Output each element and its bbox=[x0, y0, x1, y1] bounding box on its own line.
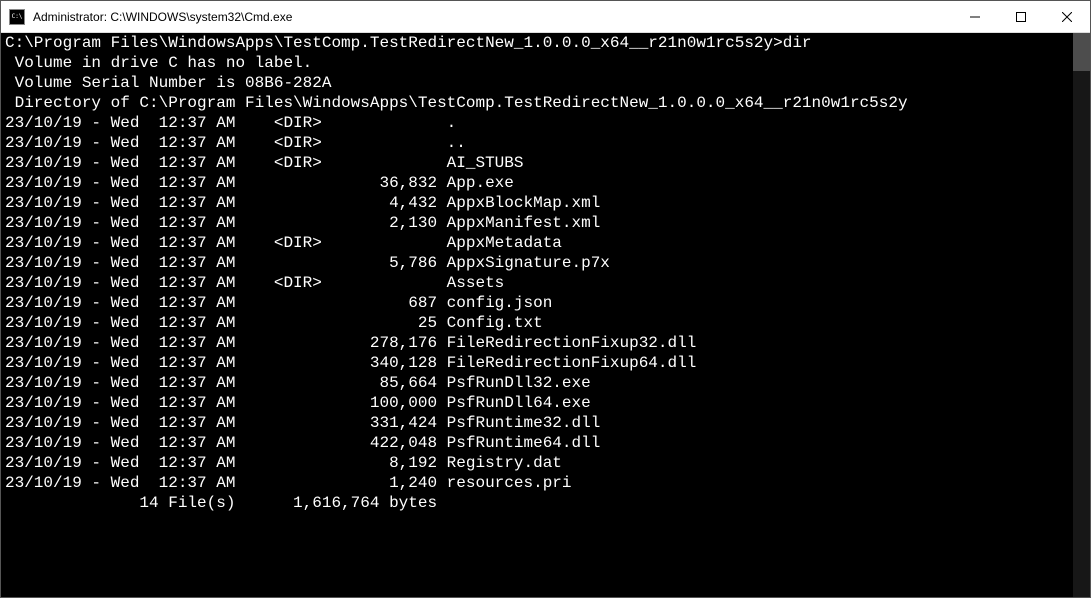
serial-line: Volume Serial Number is 08B6-282A bbox=[5, 73, 1086, 93]
window-controls bbox=[952, 1, 1090, 32]
window-title: Administrator: C:\WINDOWS\system32\Cmd.e… bbox=[33, 10, 952, 24]
cmd-icon bbox=[9, 9, 25, 25]
dir-entry: 23/10/19 - Wed 12:37 AM 687 config.json bbox=[5, 293, 1086, 313]
dir-entry: 23/10/19 - Wed 12:37 AM <DIR> .. bbox=[5, 133, 1086, 153]
dir-entry: 23/10/19 - Wed 12:37 AM <DIR> . bbox=[5, 113, 1086, 133]
dir-entry: 23/10/19 - Wed 12:37 AM 100,000 PsfRunDl… bbox=[5, 393, 1086, 413]
dir-entry: 23/10/19 - Wed 12:37 AM 331,424 PsfRunti… bbox=[5, 413, 1086, 433]
maximize-button[interactable] bbox=[998, 1, 1044, 32]
cmd-window: Administrator: C:\WINDOWS\system32\Cmd.e… bbox=[0, 0, 1091, 598]
dir-entry: 23/10/19 - Wed 12:37 AM 422,048 PsfRunti… bbox=[5, 433, 1086, 453]
close-icon bbox=[1062, 12, 1072, 22]
dir-entry: 23/10/19 - Wed 12:37 AM 36,832 App.exe bbox=[5, 173, 1086, 193]
dir-entry: 23/10/19 - Wed 12:37 AM 278,176 FileRedi… bbox=[5, 333, 1086, 353]
dir-entry: 23/10/19 - Wed 12:37 AM 25 Config.txt bbox=[5, 313, 1086, 333]
terminal-area[interactable]: C:\Program Files\WindowsApps\TestComp.Te… bbox=[1, 33, 1090, 597]
dir-entry: 23/10/19 - Wed 12:37 AM 340,128 FileRedi… bbox=[5, 353, 1086, 373]
scrollbar-thumb[interactable] bbox=[1073, 33, 1090, 71]
dir-entry: 23/10/19 - Wed 12:37 AM 5,786 AppxSignat… bbox=[5, 253, 1086, 273]
terminal-output: C:\Program Files\WindowsApps\TestComp.Te… bbox=[1, 33, 1090, 597]
dir-entry: 23/10/19 - Wed 12:37 AM 2,130 AppxManife… bbox=[5, 213, 1086, 233]
minimize-icon bbox=[970, 12, 980, 22]
directory-of-line: Directory of C:\Program Files\WindowsApp… bbox=[5, 93, 1086, 113]
minimize-button[interactable] bbox=[952, 1, 998, 32]
volume-line: Volume in drive C has no label. bbox=[5, 53, 1086, 73]
dir-entry: 23/10/19 - Wed 12:37 AM 85,664 PsfRunDll… bbox=[5, 373, 1086, 393]
scrollbar-track[interactable] bbox=[1073, 33, 1090, 597]
dir-entry: 23/10/19 - Wed 12:37 AM 8,192 Registry.d… bbox=[5, 453, 1086, 473]
titlebar[interactable]: Administrator: C:\WINDOWS\system32\Cmd.e… bbox=[1, 1, 1090, 33]
close-button[interactable] bbox=[1044, 1, 1090, 32]
summary-files-line: 14 File(s) 1,616,764 bytes bbox=[5, 493, 1086, 513]
prompt-line: C:\Program Files\WindowsApps\TestComp.Te… bbox=[5, 33, 1086, 53]
dir-entry: 23/10/19 - Wed 12:37 AM <DIR> AI_STUBS bbox=[5, 153, 1086, 173]
dir-entry: 23/10/19 - Wed 12:37 AM 1,240 resources.… bbox=[5, 473, 1086, 493]
maximize-icon bbox=[1016, 12, 1026, 22]
dir-entry: 23/10/19 - Wed 12:37 AM 4,432 AppxBlockM… bbox=[5, 193, 1086, 213]
dir-entry: 23/10/19 - Wed 12:37 AM <DIR> Assets bbox=[5, 273, 1086, 293]
dir-entry: 23/10/19 - Wed 12:37 AM <DIR> AppxMetada… bbox=[5, 233, 1086, 253]
